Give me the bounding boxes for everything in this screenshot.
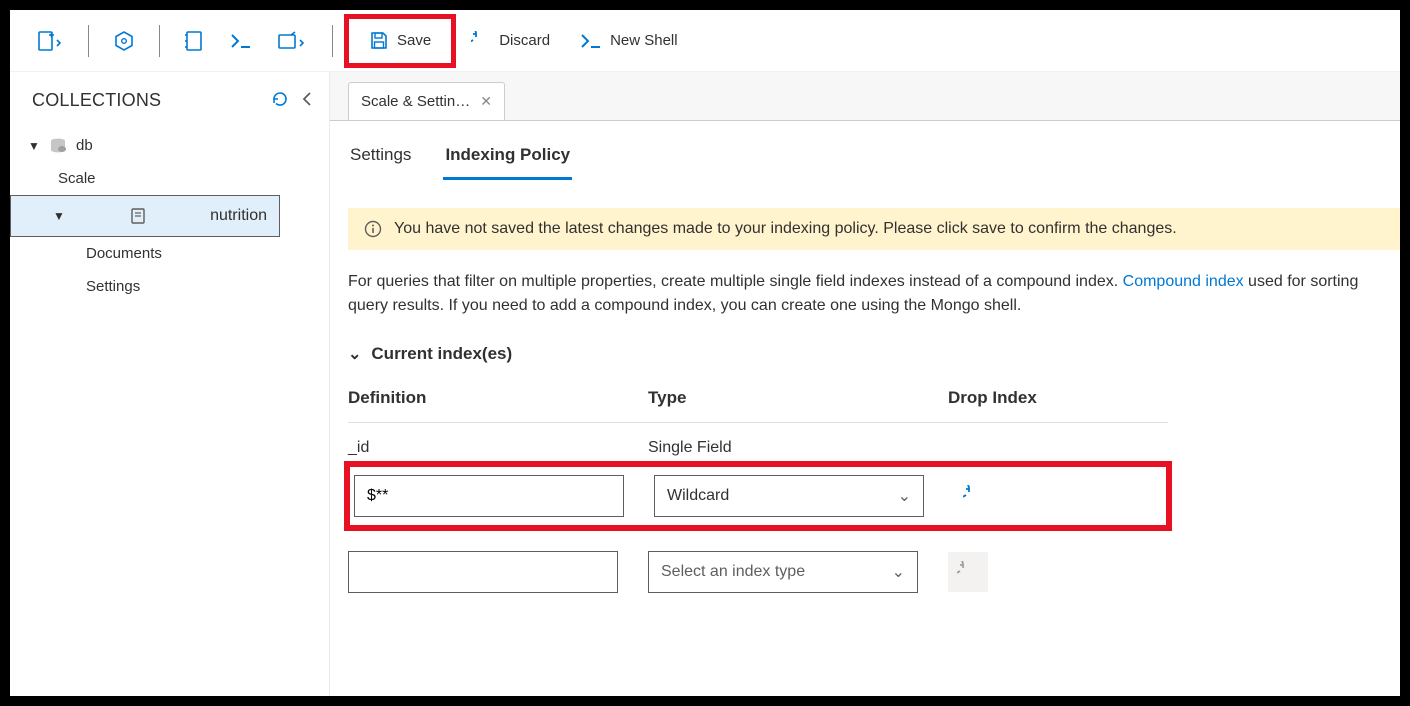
subtab-indexing-policy[interactable]: Indexing Policy: [443, 139, 572, 180]
toolbar-separator: [332, 25, 333, 57]
cell-type: Single Field: [648, 439, 732, 456]
new-shell-label: New Shell: [610, 32, 678, 49]
prompt-icon: [230, 32, 252, 50]
type-select-value: Wildcard: [667, 487, 729, 505]
close-tab-button[interactable]: ✕: [480, 93, 492, 110]
index-table: Definition Type Drop Index _id Single Fi…: [348, 388, 1168, 593]
col-header-drop: Drop Index: [948, 388, 1168, 408]
refresh-icon: [271, 90, 289, 108]
notebook-icon: [184, 30, 204, 52]
database-icon: [48, 138, 68, 154]
sql-query-button[interactable]: [105, 24, 143, 58]
open-query-dropdown[interactable]: [270, 25, 316, 57]
settings-label: Settings: [86, 278, 140, 295]
folder-open-icon: [278, 31, 308, 51]
db-label: db: [76, 137, 93, 154]
undo-icon: [471, 31, 491, 51]
refresh-button[interactable]: [265, 86, 295, 115]
section-title: Current index(es): [371, 344, 512, 364]
document-tab-label: Scale & Settin…: [361, 93, 470, 110]
main-area: Scale & Settin… ✕ Settings Indexing Poli…: [330, 72, 1400, 696]
type-select[interactable]: Wildcard ⌄: [654, 475, 924, 517]
subtab-strip: Settings Indexing Policy: [348, 139, 1400, 180]
info-icon: [364, 220, 382, 238]
discard-label: Discard: [499, 32, 550, 49]
new-shell-button[interactable]: New Shell: [570, 26, 688, 56]
col-header-type: Type: [648, 388, 948, 408]
scale-label: Scale: [58, 170, 96, 187]
chevron-down-icon: ⌄: [898, 486, 911, 506]
chevron-down-icon: ⌄: [348, 344, 361, 364]
sidebar: COLLECTIONS ▼: [10, 72, 330, 696]
cell-definition: _id: [348, 439, 369, 456]
discard-button[interactable]: Discard: [461, 25, 560, 57]
definition-input[interactable]: [354, 475, 624, 517]
tree-collection-node[interactable]: ▼ nutrition: [10, 195, 280, 237]
table-row-highlighted: Wildcard ⌄: [348, 465, 1168, 527]
notebook-button[interactable]: [176, 24, 212, 58]
toolbar-separator: [88, 25, 89, 57]
type-select-placeholder: Select an index type: [661, 563, 805, 581]
table-header: Definition Type Drop Index: [348, 388, 1168, 423]
caret-down-icon: ▼: [53, 209, 65, 223]
save-button[interactable]: Save: [349, 19, 451, 63]
collection-icon: [130, 207, 146, 225]
new-item-dropdown[interactable]: [30, 24, 72, 58]
document-tab[interactable]: Scale & Settin… ✕: [348, 82, 505, 120]
save-label: Save: [397, 32, 431, 49]
drop-index-button-disabled: [948, 552, 988, 592]
desc-text-before: For queries that filter on multiple prop…: [348, 273, 1123, 290]
tree-settings-node[interactable]: Settings: [10, 270, 329, 303]
tree-documents-node[interactable]: Documents: [10, 237, 329, 270]
col-header-definition: Definition: [348, 388, 648, 408]
collapse-sidebar-button[interactable]: [295, 87, 319, 114]
hexagon-icon: [113, 30, 135, 52]
collection-label: nutrition: [210, 207, 267, 225]
caret-down-icon: ▼: [28, 139, 40, 153]
banner-text: You have not saved the latest changes ma…: [394, 220, 1177, 238]
subtab-settings[interactable]: Settings: [348, 139, 413, 180]
definition-input[interactable]: [348, 551, 618, 593]
tree-db-node[interactable]: ▼ db: [10, 129, 329, 162]
unsaved-changes-banner: You have not saved the latest changes ma…: [348, 208, 1400, 250]
document-tabstrip: Scale & Settin… ✕: [330, 72, 1400, 120]
documents-label: Documents: [86, 245, 162, 262]
new-document-icon: [38, 30, 64, 52]
undo-icon: [957, 561, 979, 583]
indexing-description: For queries that filter on multiple prop…: [348, 270, 1400, 318]
top-toolbar: Save Discard New Shell: [10, 10, 1400, 72]
chevron-left-icon: [301, 91, 313, 107]
save-icon: [369, 31, 389, 51]
table-row: Select an index type ⌄: [348, 535, 1168, 593]
chevron-down-icon: ⌄: [892, 562, 905, 582]
type-select[interactable]: Select an index type ⌄: [648, 551, 918, 593]
current-indexes-header[interactable]: ⌄ Current index(es): [348, 344, 1400, 364]
drop-index-button[interactable]: [954, 476, 994, 516]
sidebar-title: COLLECTIONS: [32, 90, 265, 111]
resource-tree: ▼ db Scale ▼: [10, 129, 329, 303]
prompt-icon: [580, 32, 602, 50]
shell-prompt-button[interactable]: [222, 26, 260, 56]
compound-index-link[interactable]: Compound index: [1123, 273, 1244, 290]
table-row: _id Single Field: [348, 423, 1168, 457]
tree-scale-node[interactable]: Scale: [10, 162, 329, 195]
tab-pane: Settings Indexing Policy You have not sa…: [330, 120, 1400, 696]
toolbar-separator: [159, 25, 160, 57]
undo-icon: [963, 485, 985, 507]
